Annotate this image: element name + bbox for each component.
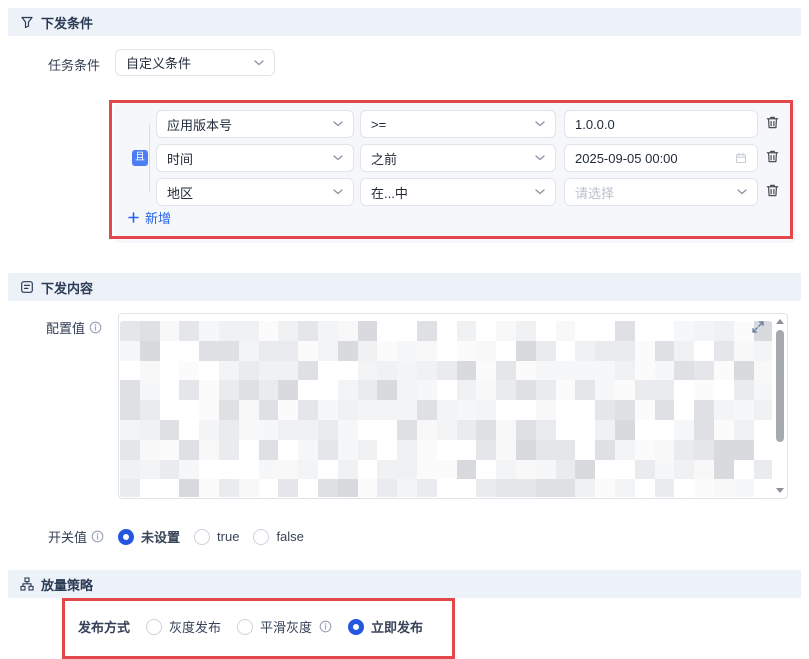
- sitemap-icon: [20, 577, 34, 591]
- condition-date-input[interactable]: 2025-09-05 00:00: [564, 144, 758, 172]
- radio-button[interactable]: [253, 529, 269, 545]
- plus-icon: [128, 212, 139, 223]
- condition-operator-value: >=: [371, 117, 535, 132]
- section-header-strategy: 放量策略: [8, 570, 801, 598]
- switch-value-label-row: 开关值: [48, 527, 104, 546]
- expand-icon: [751, 320, 765, 334]
- condition-connector-line: [149, 124, 150, 192]
- radio-label: true: [217, 529, 239, 544]
- chevron-down-icon: [333, 121, 343, 127]
- info-icon[interactable]: [91, 530, 104, 543]
- radio-button[interactable]: [146, 619, 162, 635]
- chevron-down-icon: [535, 121, 545, 127]
- radio-option-true[interactable]: true: [194, 529, 239, 545]
- config-value-textarea[interactable]: [118, 313, 788, 499]
- info-icon[interactable]: [319, 620, 332, 633]
- chevron-down-icon: [254, 60, 264, 66]
- delete-row-button[interactable]: [765, 183, 780, 201]
- condition-field-select[interactable]: 地区: [156, 178, 354, 206]
- condition-connector-badge: 且: [132, 150, 148, 166]
- chevron-down-icon: [333, 189, 343, 195]
- switch-value-label: 开关值: [48, 527, 87, 546]
- condition-operator-select[interactable]: 之前: [360, 144, 556, 172]
- condition-field-select[interactable]: 时间: [156, 144, 354, 172]
- radio-option-notset[interactable]: 未设置: [118, 527, 180, 546]
- chevron-down-icon: [737, 189, 747, 195]
- condition-field-value: 地区: [167, 183, 333, 202]
- radio-label: 平滑灰度: [260, 617, 312, 636]
- condition-value-input[interactable]: 1.0.0.0: [564, 110, 758, 138]
- publish-method-row: 发布方式 灰度发布 平滑灰度 立即发布: [78, 617, 423, 636]
- delete-row-button[interactable]: [765, 149, 780, 167]
- chevron-down-icon: [333, 155, 343, 161]
- config-value-label-row: 配置值: [46, 318, 102, 337]
- add-condition-button[interactable]: 新增: [128, 208, 171, 227]
- condition-date-value: 2025-09-05 00:00: [575, 151, 735, 166]
- trash-icon: [765, 149, 780, 164]
- scrollbar-thumb[interactable]: [776, 330, 784, 442]
- radio-option-smooth-gray[interactable]: 平滑灰度: [237, 617, 332, 636]
- calendar-icon: [735, 152, 747, 164]
- radio-button[interactable]: [237, 619, 253, 635]
- delete-row-button[interactable]: [765, 115, 780, 133]
- radio-label: false: [276, 529, 303, 544]
- condition-operator-select[interactable]: 在...中: [360, 178, 556, 206]
- section-header-conditions: 下发条件: [8, 8, 801, 36]
- trash-icon: [765, 183, 780, 198]
- redacted-mosaic: [120, 321, 772, 497]
- condition-operator-value: 之前: [371, 149, 535, 168]
- scrollbar-down-arrow[interactable]: [776, 488, 784, 493]
- config-publish-form: { "colors": { "accent_blue": "#2456e0", …: [0, 0, 809, 639]
- condition-operator-value: 在...中: [371, 183, 535, 202]
- task-condition-value: 自定义条件: [126, 53, 254, 72]
- switch-value-row: 开关值 未设置 true false: [48, 527, 304, 546]
- radio-label: 立即发布: [371, 617, 423, 636]
- chevron-down-icon: [535, 189, 545, 195]
- section-title-strategy: 放量策略: [41, 575, 93, 594]
- condition-field-value: 时间: [167, 149, 333, 168]
- add-condition-label: 新增: [145, 208, 171, 227]
- scrollbar-up-arrow[interactable]: [776, 319, 784, 324]
- radio-button[interactable]: [118, 529, 134, 545]
- task-condition-label: 任务条件: [48, 55, 100, 74]
- section-title-content: 下发内容: [41, 278, 93, 297]
- document-icon: [20, 280, 34, 294]
- condition-value-select[interactable]: 请选择: [564, 178, 758, 206]
- condition-field-select[interactable]: 应用版本号: [156, 110, 354, 138]
- condition-operator-select[interactable]: >=: [360, 110, 556, 138]
- section-title-conditions: 下发条件: [41, 13, 93, 32]
- publish-method-label: 发布方式: [78, 617, 130, 636]
- section-header-content: 下发内容: [8, 273, 801, 301]
- trash-icon: [765, 115, 780, 130]
- chevron-down-icon: [535, 155, 545, 161]
- task-condition-select[interactable]: 自定义条件: [115, 49, 275, 76]
- config-value-label: 配置值: [46, 318, 85, 337]
- radio-button[interactable]: [194, 529, 210, 545]
- filter-funnel-icon: [20, 15, 34, 29]
- radio-option-gray-release[interactable]: 灰度发布: [146, 617, 221, 636]
- expand-editor-button[interactable]: [751, 320, 765, 337]
- radio-option-immediate-release[interactable]: 立即发布: [348, 617, 423, 636]
- radio-button[interactable]: [348, 619, 364, 635]
- radio-option-false[interactable]: false: [253, 529, 303, 545]
- condition-value-text: 1.0.0.0: [575, 117, 747, 132]
- info-icon[interactable]: [89, 321, 102, 334]
- radio-label: 灰度发布: [169, 617, 221, 636]
- radio-label: 未设置: [141, 527, 180, 546]
- condition-field-value: 应用版本号: [167, 115, 333, 134]
- condition-value-placeholder: 请选择: [575, 183, 737, 202]
